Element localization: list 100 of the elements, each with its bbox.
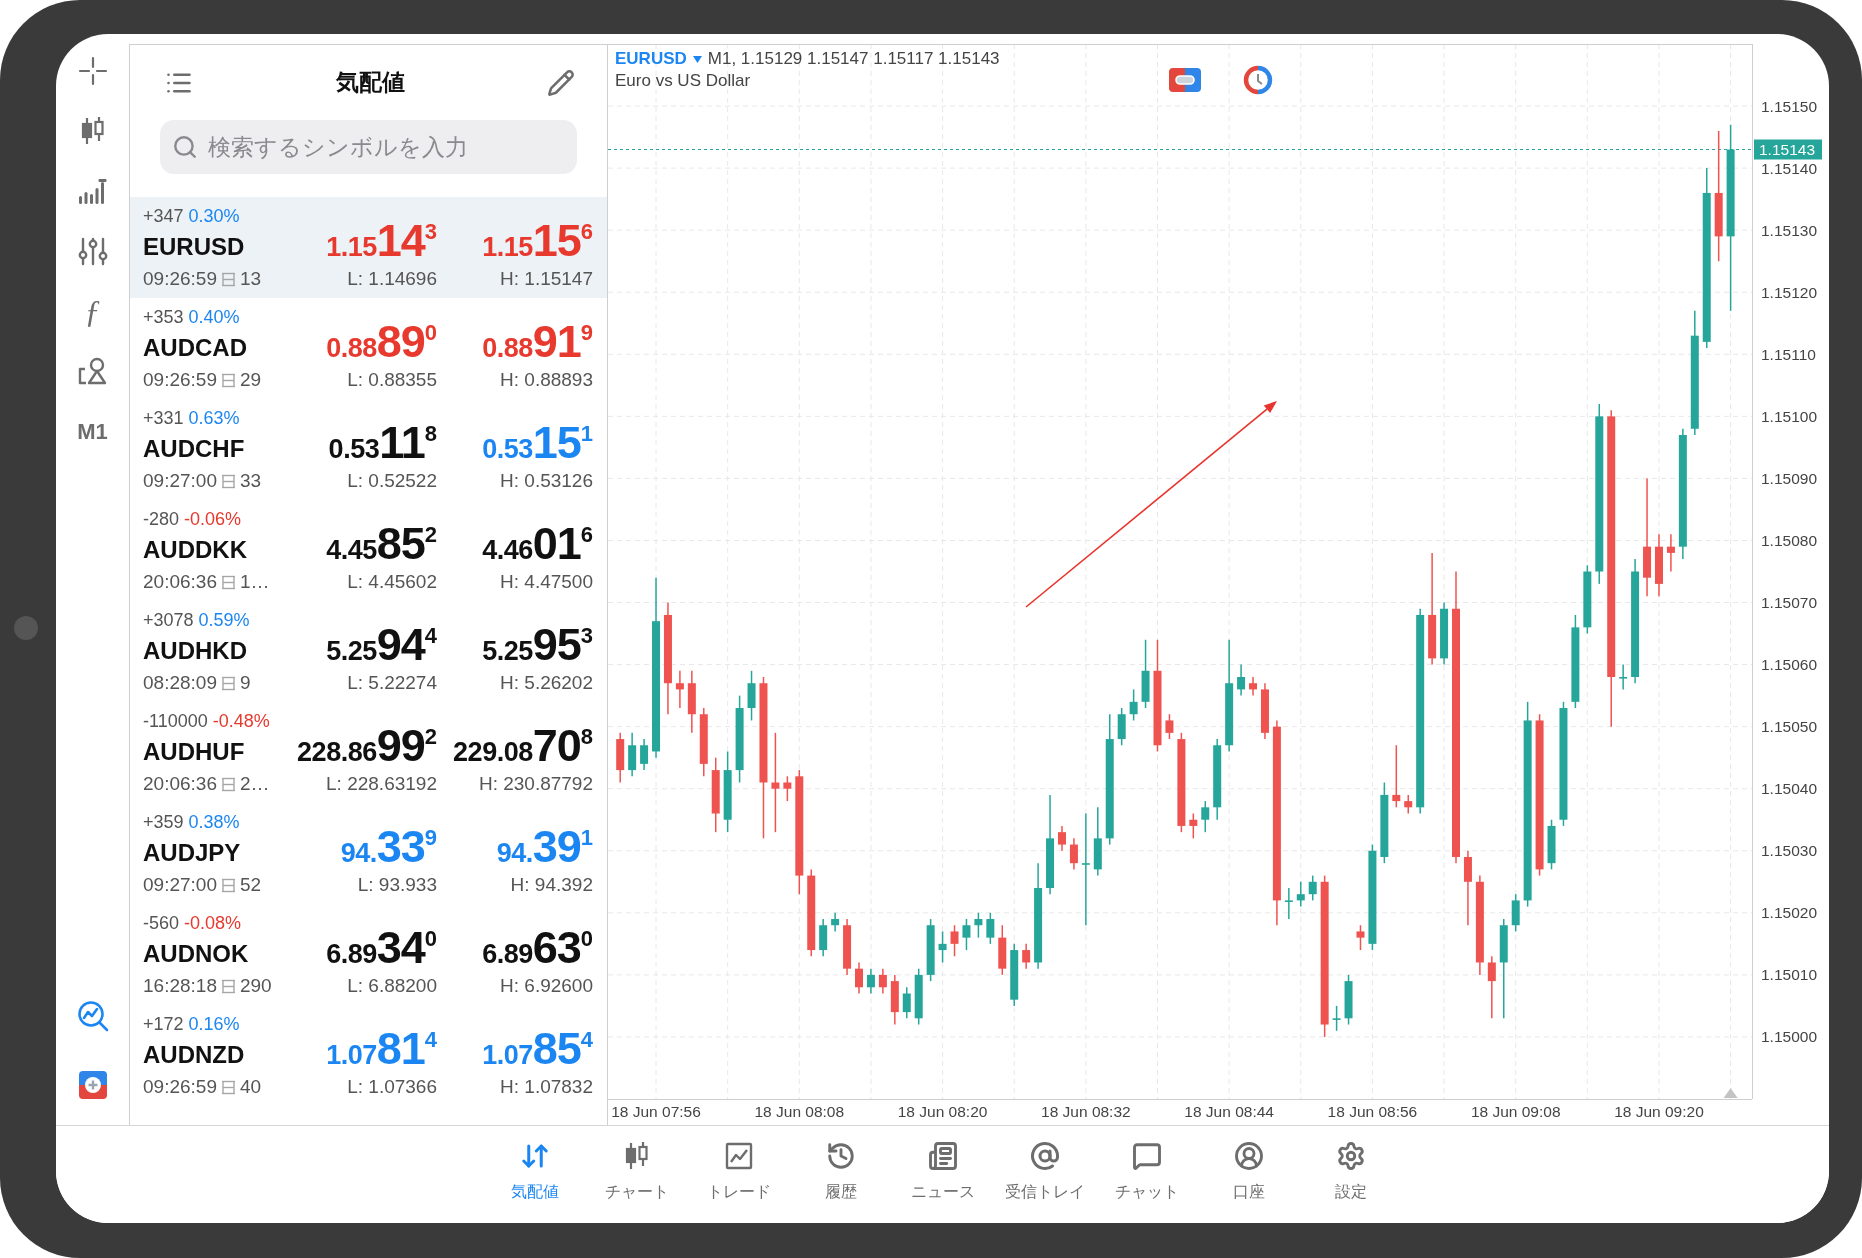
function-button[interactable]: ƒ (84, 287, 101, 335)
candle (1141, 639, 1150, 709)
spread-value: 33 (239, 468, 262, 493)
nav-tab[interactable]: 口座 (1197, 1126, 1300, 1223)
bar-chart-icon[interactable] (77, 178, 108, 204)
symbol-name: EURUSD (143, 232, 245, 262)
search-field[interactable]: 検索するシンボルを入力 (160, 120, 577, 174)
nav-tab[interactable]: トレード (687, 1126, 790, 1223)
symbol-name: AUDCAD (143, 333, 247, 363)
candle (1260, 682, 1269, 740)
spread-value: 52 (239, 872, 262, 897)
change-points: -560 (143, 911, 180, 935)
quote-time: 20:06:36 (143, 569, 217, 594)
pill-toggle-icon[interactable] (1169, 68, 1201, 92)
candle (843, 918, 852, 976)
symbol-description: Euro vs US Dollar (615, 70, 752, 92)
candle (1332, 1005, 1341, 1032)
candle (1356, 924, 1365, 951)
price-axis-label: 1.15040 (1761, 780, 1818, 798)
at-sign-icon (1029, 1141, 1060, 1171)
high-price: H: 0.88893 (500, 367, 593, 392)
change-points: +359 (143, 810, 184, 834)
candle (1022, 943, 1031, 970)
low-price: L: 5.22274 (347, 670, 437, 695)
divided-box-icon (220, 574, 236, 590)
symbol-name: AUDDKK (143, 535, 247, 565)
low-price: L: 4.45602 (347, 569, 437, 594)
low-price: L: 6.88200 (347, 973, 437, 998)
plus-tile-icon[interactable] (78, 1070, 107, 1099)
chart-search-icon[interactable] (76, 999, 109, 1032)
candle (819, 918, 828, 957)
symbol-name: AUDHKD (143, 636, 247, 666)
change-points: +3078 (143, 608, 194, 632)
crosshair-icon[interactable] (77, 56, 108, 86)
nav-tab[interactable]: 履歴 (789, 1126, 892, 1223)
history-icon (825, 1141, 856, 1171)
price-axis-label: 1.15100 (1761, 407, 1818, 425)
candle (855, 961, 863, 995)
nav-tab[interactable]: チャット (1095, 1126, 1198, 1223)
price-axis-label: 1.15070 (1761, 594, 1818, 612)
price-axis-label: 1.15060 (1761, 656, 1818, 674)
newspaper-icon (927, 1141, 958, 1171)
candle (1237, 663, 1246, 697)
chart-summary: M1, 1.15129 1.15147 1.15117 1.15143 (707, 48, 1000, 71)
time-axis-label: 18 Jun 08:20 (897, 1103, 988, 1120)
candle (1511, 893, 1520, 933)
quote-time: 09:26:59 (143, 1074, 217, 1099)
time-axis-label: 18 Jun 09:08 (1470, 1103, 1561, 1120)
candle (938, 930, 947, 964)
low-price: L: 228.63192 (326, 771, 437, 796)
quote-time: 09:26:59 (143, 266, 217, 291)
candle (1547, 819, 1556, 871)
nav-tab[interactable]: チャート (585, 1126, 688, 1223)
nav-tab[interactable]: 設定 (1299, 1126, 1402, 1223)
spread-value: 1… (239, 569, 270, 594)
sliders-icon[interactable] (77, 236, 108, 266)
candle (628, 732, 637, 778)
high-price: H: 4.47500 (500, 569, 593, 594)
symbol-selector[interactable]: EURUSD (615, 46, 687, 72)
candle (1284, 887, 1293, 920)
time-axis-label: 18 Jun 07:56 (611, 1103, 701, 1120)
time-axis-label: 18 Jun 08:56 (1327, 1103, 1418, 1120)
search-icon (172, 134, 198, 160)
nav-tab[interactable]: 受信トレイ (993, 1126, 1096, 1223)
settings-icon (1335, 1141, 1366, 1171)
price-axis-label: 1.15010 (1761, 966, 1818, 984)
candlestick-icon[interactable] (80, 116, 105, 146)
quote-time: 09:26:59 (143, 367, 217, 392)
change-percent: 0.59% (198, 608, 250, 632)
candle (1093, 806, 1102, 877)
change-percent: -0.06% (184, 507, 242, 531)
symbol-name: AUDNZD (143, 1040, 245, 1070)
candle (1655, 533, 1663, 598)
price-axis-label: 1.15120 (1761, 283, 1818, 301)
spread-value: 9 (239, 670, 251, 695)
candle (699, 707, 708, 778)
candle (866, 967, 875, 995)
nav-tab[interactable]: ニュース (891, 1126, 994, 1223)
price-axis-label: 1.15030 (1761, 842, 1818, 860)
clock-ring-icon[interactable] (1243, 65, 1273, 95)
current-price-tag: 1.15143 (1754, 139, 1822, 160)
time-axis-label: 18 Jun 09:20 (1614, 1103, 1704, 1120)
price-axis-label: 1.15150 (1761, 97, 1818, 115)
quote-time: 16:28:18 (143, 973, 217, 998)
candle (1296, 881, 1305, 908)
spread-value: 290 (239, 973, 272, 998)
price-axis-label: 1.15000 (1761, 1028, 1818, 1046)
shapes-icon[interactable] (77, 356, 108, 386)
candle (675, 670, 684, 709)
divided-box-icon (220, 877, 236, 893)
change-percent: -0.08% (184, 911, 242, 935)
timeframe-button[interactable]: M1 (77, 414, 108, 448)
spread-value: 2… (239, 771, 270, 796)
symbol-name: AUDHUF (143, 737, 245, 767)
nav-tab[interactable]: 気配値 (483, 1126, 586, 1223)
pencil-icon[interactable] (547, 68, 575, 97)
caret-icon[interactable] (692, 55, 702, 63)
candle (1404, 794, 1413, 815)
divided-box-icon (220, 1079, 236, 1095)
candle (1165, 713, 1174, 740)
